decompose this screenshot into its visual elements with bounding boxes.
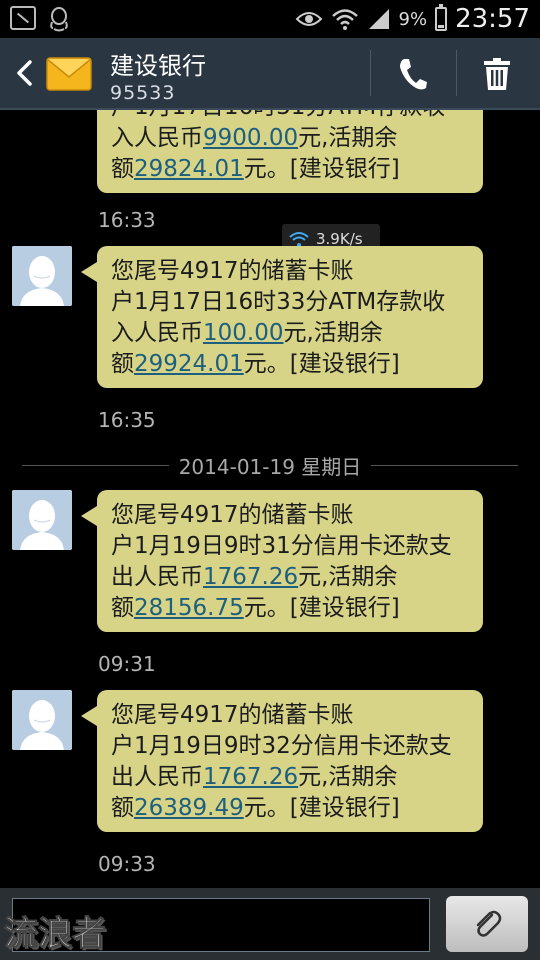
message-bubble[interactable]: 您尾号4917的储蓄卡账 户1月19日9时32分信用卡还款支 出人民币1767.…	[81, 690, 483, 832]
watermark-text: 流浪者	[4, 914, 107, 955]
signal-icon	[368, 9, 389, 29]
delete-button[interactable]	[464, 50, 530, 98]
message-line: 户1月19日9时31分信用卡还款支	[111, 533, 452, 559]
message-line: 户1月17日16时33分ATM存款收	[111, 289, 446, 315]
date-separator: 2014-01-19 星期日	[22, 450, 518, 480]
message-line: 出人民币1767.26元,活期余	[111, 764, 398, 790]
wifi-icon	[331, 9, 358, 30]
clock: 23:57	[455, 4, 530, 34]
envelope-icon	[46, 57, 92, 91]
attach-button[interactable]	[446, 896, 528, 952]
status-bar: 9% 23:57	[0, 0, 540, 38]
battery-percent: 9%	[398, 8, 428, 30]
trash-icon	[484, 58, 510, 90]
amount-link[interactable]: 29824.01	[134, 156, 244, 182]
message-line: 额26389.49元。[建设银行]	[111, 795, 400, 821]
call-button[interactable]	[380, 50, 446, 98]
amount-link[interactable]: 28156.75	[134, 595, 244, 621]
avatar[interactable]	[12, 246, 72, 306]
screenshot-icon	[10, 6, 36, 30]
qq-icon	[50, 7, 68, 32]
amount-link[interactable]: 1767.26	[203, 564, 298, 590]
date-separator-text: 2014-01-19 星期日	[178, 454, 362, 479]
message-line: 您尾号4917的储蓄卡账	[111, 502, 354, 528]
back-button[interactable]	[10, 58, 40, 88]
paperclip-icon	[476, 910, 502, 937]
contact-name: 建设银行	[110, 52, 206, 80]
message-line: 出人民币1767.26元,活期余	[111, 564, 398, 590]
eye-icon	[295, 12, 322, 26]
amount-link[interactable]: 1767.26	[203, 764, 298, 790]
amount-link[interactable]: 26389.49	[134, 795, 244, 821]
amount-link[interactable]: 100.00	[203, 320, 283, 346]
message-bubble[interactable]: 户1月17日16时31分ATM存款收 入人民币9900.00元,活期余 额298…	[97, 110, 483, 193]
message-line: 您尾号4917的储蓄卡账	[111, 258, 354, 284]
default-contact-avatar	[12, 690, 72, 750]
message-line: 入人民币100.00元,活期余	[111, 320, 383, 346]
default-contact-avatar	[12, 490, 72, 550]
amount-link[interactable]: 9900.00	[203, 125, 298, 151]
message-line: 户1月17日16时31分ATM存款收	[111, 110, 471, 123]
separator-rule	[22, 464, 169, 466]
message-line: 入人民币9900.00元,活期余	[111, 125, 398, 151]
message-line: 户1月19日9时32分信用卡还款支	[111, 733, 452, 759]
message-bubble[interactable]: 您尾号4917的储蓄卡账 户1月19日9时31分信用卡还款支 出人民币1767.…	[81, 490, 483, 632]
message-bubble[interactable]: 您尾号4917的储蓄卡账 户1月17日16时33分ATM存款收 入人民币100.…	[81, 246, 483, 388]
message-timestamp: 16:33	[98, 208, 156, 232]
message-timestamp: 09:31	[98, 652, 156, 676]
message-line: 您尾号4917的储蓄卡账	[111, 702, 354, 728]
separator-rule	[371, 464, 518, 466]
header-divider	[370, 50, 371, 96]
message-line: 额29924.01元。[建设银行]	[111, 351, 400, 377]
avatar[interactable]	[12, 690, 72, 750]
default-contact-avatar	[12, 246, 72, 306]
contact-number: 95533	[110, 82, 176, 104]
message-list[interactable]: 户1月17日16时31分ATM存款收 入人民币9900.00元,活期余 额298…	[0, 110, 540, 888]
avatar[interactable]	[12, 490, 72, 550]
message-timestamp: 16:35	[98, 408, 156, 432]
amount-link[interactable]: 29924.01	[134, 351, 244, 377]
message-timestamp: 09:33	[98, 852, 156, 876]
conversation-header: 建设银行 95533	[0, 38, 540, 110]
header-divider	[456, 50, 457, 96]
message-line: 额29824.01元。[建设银行]	[111, 156, 400, 182]
battery-icon	[435, 4, 448, 31]
phone-icon	[400, 59, 427, 90]
message-line: 额28156.75元。[建设银行]	[111, 595, 400, 621]
